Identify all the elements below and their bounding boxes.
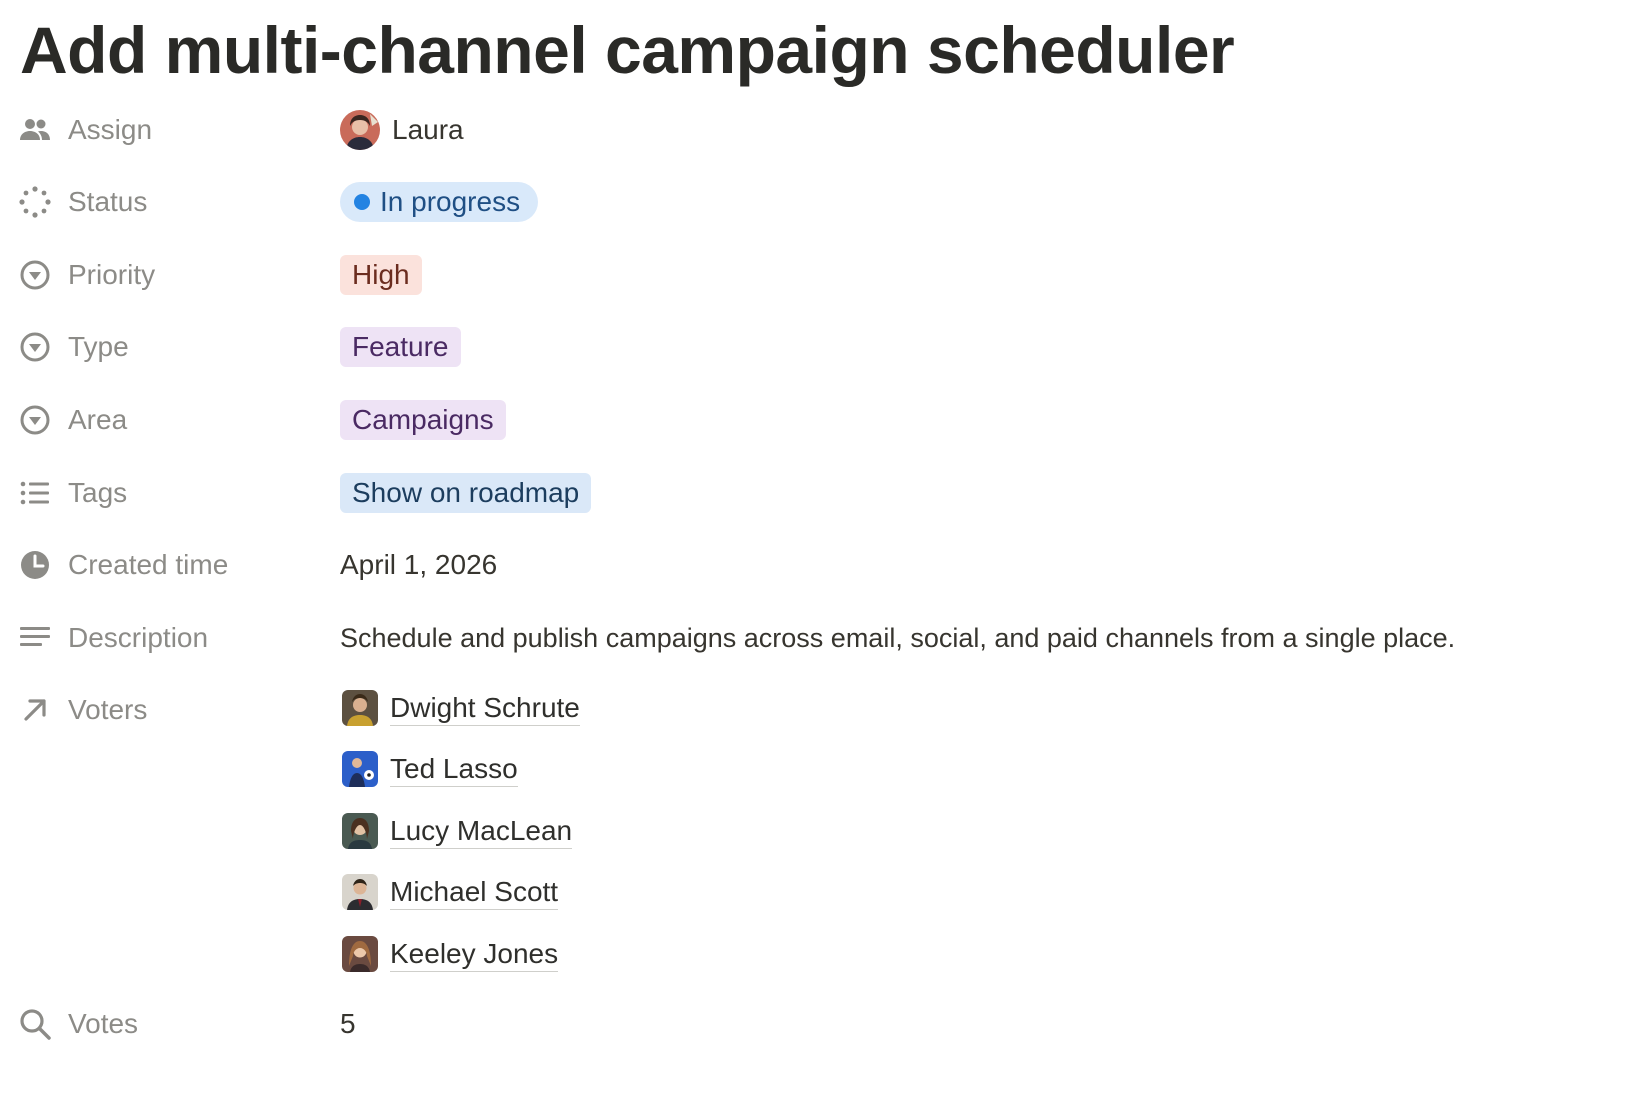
voter-name[interactable]: Keeley Jones xyxy=(390,937,559,972)
tag-chip[interactable]: Show on roadmap xyxy=(340,473,592,513)
clock-icon xyxy=(18,548,52,582)
voter-item[interactable]: Ted Lasso xyxy=(342,749,518,789)
avatar xyxy=(342,751,378,787)
avatar xyxy=(342,690,378,726)
status-text: In progress xyxy=(380,186,521,217)
status-badge[interactable]: In progress xyxy=(340,182,539,222)
property-description[interactable]: Description xyxy=(18,618,208,658)
property-votes[interactable]: Votes xyxy=(18,1004,138,1044)
votes-value: 5 xyxy=(340,1008,356,1039)
property-priority[interactable]: Priority xyxy=(18,255,155,295)
avatar xyxy=(342,874,378,910)
property-label: Voters xyxy=(68,694,148,725)
assignee-name: Laura xyxy=(392,114,464,145)
property-label: Area xyxy=(68,404,128,435)
area-tag[interactable]: Campaigns xyxy=(340,400,506,440)
text-lines-icon xyxy=(18,621,52,655)
status-value[interactable]: In progress xyxy=(340,182,539,222)
property-label: Votes xyxy=(68,1008,139,1039)
people-icon xyxy=(18,113,52,147)
property-label: Assign xyxy=(68,114,153,145)
status-dot xyxy=(354,194,370,210)
type-tag[interactable]: Feature xyxy=(340,327,461,367)
property-tags[interactable]: Tags xyxy=(18,473,127,513)
property-area[interactable]: Area xyxy=(18,400,127,440)
tags-value[interactable]: Show on roadmap xyxy=(340,473,592,513)
property-label: Status xyxy=(68,186,148,217)
status-spinner-icon xyxy=(18,185,52,219)
voter-name[interactable]: Michael Scott xyxy=(390,875,559,910)
voter-name[interactable]: Ted Lasso xyxy=(390,752,518,787)
priority-tag[interactable]: High xyxy=(340,255,422,295)
search-icon xyxy=(18,1007,52,1041)
priority-value[interactable]: High xyxy=(340,255,422,295)
voter-item[interactable]: Lucy MacLean xyxy=(342,811,573,851)
voter-name[interactable]: Dwight Schrute xyxy=(390,691,580,726)
area-value[interactable]: Campaigns xyxy=(340,400,506,440)
arrow-up-right-icon xyxy=(18,693,52,727)
voter-item[interactable]: Dwight Schrute xyxy=(342,688,580,728)
avatar xyxy=(340,110,380,150)
property-status[interactable]: Status xyxy=(18,182,147,222)
select-circle-icon xyxy=(18,258,52,292)
page-title[interactable]: Add multi-channel campaign scheduler xyxy=(20,12,1235,88)
voter-item[interactable]: Keeley Jones xyxy=(342,934,559,974)
created-time-value: April 1, 2026 xyxy=(340,549,498,580)
property-assign[interactable]: Assign xyxy=(18,110,152,150)
select-circle-icon xyxy=(18,330,52,364)
avatar xyxy=(342,813,378,849)
property-type[interactable]: Type xyxy=(18,327,129,367)
description-value[interactable]: Schedule and publish campaigns across em… xyxy=(340,618,1455,658)
property-label: Tags xyxy=(68,477,128,508)
assignee[interactable]: Laura xyxy=(340,110,464,150)
select-circle-icon xyxy=(18,403,52,437)
property-label: Type xyxy=(68,331,129,362)
property-label: Priority xyxy=(68,259,156,290)
type-value[interactable]: Feature xyxy=(340,327,461,367)
property-label: Created time xyxy=(68,549,229,580)
avatar xyxy=(342,936,378,972)
property-created-time[interactable]: Created time xyxy=(18,545,228,585)
list-icon xyxy=(18,476,52,510)
property-label: Description xyxy=(68,622,209,653)
voter-name[interactable]: Lucy MacLean xyxy=(390,814,573,849)
property-voters[interactable]: Voters xyxy=(18,690,147,730)
voter-item[interactable]: Michael Scott xyxy=(342,872,559,912)
